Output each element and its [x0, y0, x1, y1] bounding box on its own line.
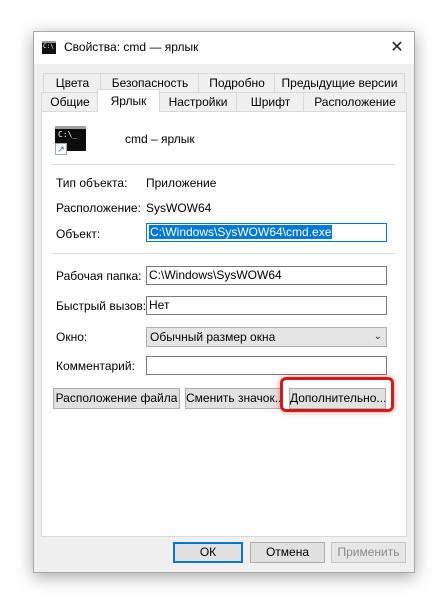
close-button[interactable]: ✕ [384, 36, 410, 60]
target-label: Объект: [56, 227, 101, 241]
workdir-input[interactable]: C:\Windows\SysWOW64 [146, 266, 387, 285]
target-value: C:\Windows\SysWOW64\cmd.exe [149, 225, 333, 239]
tab-font[interactable]: Шрифт [236, 92, 305, 111]
tab-colors[interactable]: Цвета [43, 73, 102, 92]
chevron-down-icon: ⌄ [373, 331, 382, 342]
tab-options[interactable]: Настройки [158, 92, 238, 111]
comment-label: Комментарий: [56, 359, 135, 373]
target-input[interactable]: C:\Windows\SysWOW64\cmd.exe [146, 223, 387, 242]
tab-details[interactable]: Подробно [198, 73, 276, 92]
window-title: Свойства: cmd — ярлык [64, 40, 199, 54]
apply-button[interactable]: Применить [331, 542, 406, 563]
tab-general[interactable]: Общие [41, 92, 99, 111]
location-label: Расположение: [56, 201, 141, 215]
tab-shortcut[interactable]: Ярлык [97, 89, 160, 112]
location-value: SysWOW64 [146, 201, 212, 215]
shortcut-arrow-icon: ↗ [55, 143, 67, 155]
workdir-label: Рабочая папка: [56, 269, 142, 283]
tab-layout[interactable]: Расположение [303, 92, 407, 111]
title-bar[interactable]: C:\ Свойства: cmd — ярлык ✕ [34, 32, 414, 64]
advanced-button[interactable]: Дополнительно... [289, 388, 386, 409]
properties-dialog: C:\ Свойства: cmd — ярлык ✕ Цвета Безопа… [33, 31, 415, 573]
open-file-location-button[interactable]: Расположение файла [53, 388, 180, 409]
shortcut-name: cmd – ярлык [125, 132, 195, 146]
hotkey-label: Быстрый вызов: [56, 299, 147, 313]
type-value: Приложение [146, 176, 217, 190]
shortcut-panel: C:\_ ↗ cmd – ярлык Тип объекта: Приложен… [41, 111, 407, 537]
window-size-select[interactable]: Обычный размер окна ⌄ [146, 327, 387, 347]
cancel-button[interactable]: Отмена [250, 542, 325, 563]
type-label: Тип объекта: [56, 176, 128, 190]
separator [52, 164, 395, 165]
ok-button[interactable]: ОК [173, 542, 243, 563]
change-icon-button[interactable]: Сменить значок... [185, 388, 282, 409]
separator [52, 253, 395, 254]
window-size-value: Обычный размер окна [150, 330, 276, 344]
tab-previous-versions[interactable]: Предыдущие версии [274, 73, 405, 92]
hotkey-input[interactable]: Нет [146, 296, 387, 315]
comment-input[interactable] [146, 356, 387, 375]
cmd-icon: C:\ [42, 41, 56, 54]
window-label: Окно: [56, 330, 88, 344]
